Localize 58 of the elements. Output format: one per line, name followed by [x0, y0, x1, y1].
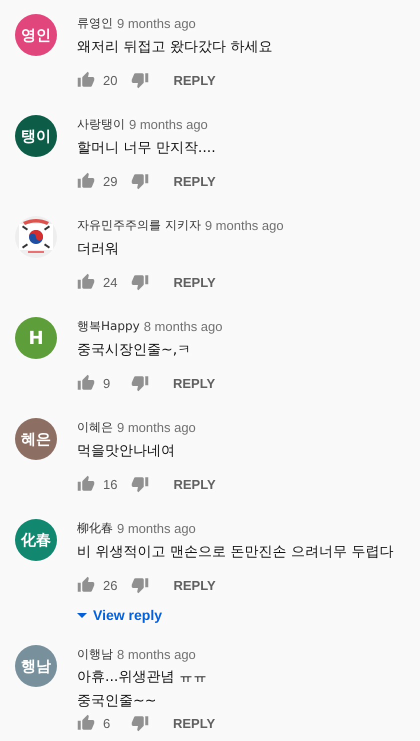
reply-button[interactable]: REPLY	[149, 578, 216, 592]
dislike-icon[interactable]	[131, 273, 150, 291]
like-count: 16	[103, 476, 118, 492]
author-name[interactable]: 이혜은	[77, 418, 113, 436]
comment-time[interactable]: 9 months ago	[129, 116, 208, 132]
comment-time[interactable]: 8 months ago	[117, 646, 196, 662]
like-icon[interactable]	[77, 714, 95, 732]
comment-text: 중국인줄~~	[77, 692, 158, 711]
author-name[interactable]: 사랑탱이	[77, 116, 125, 132]
author-name[interactable]: 이행남	[77, 646, 113, 662]
comment-text: 비 위생적이고 맨손으로 돈만진손 으려너무 두렵다	[77, 543, 394, 562]
author-name[interactable]: 자유민주주의를 지키자	[77, 216, 201, 234]
author-name[interactable]: 행복Happy	[77, 318, 140, 334]
reply-button[interactable]: REPLY	[149, 476, 216, 492]
comment-text: 왜저리 뒤접고 왔다갔다 하세요	[77, 38, 272, 57]
author-name[interactable]: 柳化春	[77, 520, 113, 536]
like-icon[interactable]	[77, 71, 95, 89]
comment-time[interactable]: 8 months ago	[144, 318, 222, 334]
like-icon[interactable]	[77, 172, 95, 190]
like-count: 29	[103, 174, 118, 188]
reply-button[interactable]: REPLY	[149, 72, 216, 88]
like-icon[interactable]	[77, 374, 95, 392]
comment-text: 먹을맛안나네여	[77, 442, 176, 461]
view-reply-button[interactable]: View reply	[77, 603, 394, 627]
avatar[interactable]: H	[15, 317, 57, 359]
reply-button[interactable]: REPLY	[149, 174, 216, 188]
avatar[interactable]: 영인	[15, 14, 57, 56]
comment-text: 중국시장인줄~,ㅋ	[77, 341, 192, 360]
dislike-icon[interactable]	[131, 475, 150, 493]
dislike-icon[interactable]	[131, 714, 149, 732]
comment-text: 아휴...위생관념 ㅠㅠ	[77, 668, 208, 687]
avatar[interactable]: 행남	[15, 645, 57, 687]
like-count: 6	[103, 716, 112, 730]
reply-button[interactable]: REPLY	[149, 274, 216, 290]
dislike-icon[interactable]	[131, 374, 149, 392]
comment-time[interactable]: 9 months ago	[117, 520, 196, 536]
like-count: 24	[103, 274, 118, 290]
like-count: 9	[103, 376, 112, 390]
author-name[interactable]: 류영인	[77, 14, 113, 32]
reply-button[interactable]: REPLY	[149, 376, 216, 390]
dislike-icon[interactable]	[131, 172, 150, 190]
like-count: 20	[103, 72, 118, 88]
avatar[interactable]: 혜은	[15, 418, 57, 460]
caret-icon	[77, 612, 87, 618]
comment-time[interactable]: 9 months ago	[117, 16, 196, 30]
avatar[interactable]: 化春	[15, 519, 57, 561]
like-count: 26	[103, 578, 118, 592]
reply-button[interactable]: REPLY	[149, 716, 216, 730]
like-icon[interactable]	[77, 273, 95, 291]
dislike-icon[interactable]	[131, 71, 150, 89]
like-icon[interactable]	[77, 475, 95, 493]
like-icon[interactable]	[77, 576, 95, 594]
avatar[interactable]: 탱이	[15, 115, 57, 157]
comment-text: 할머니 너무 만지작....	[77, 139, 216, 158]
dislike-icon[interactable]	[131, 576, 150, 594]
comment-text: 더러워	[77, 240, 120, 259]
comment-time[interactable]: 9 months ago	[117, 420, 196, 434]
comment-time[interactable]: 9 months ago	[204, 218, 284, 232]
